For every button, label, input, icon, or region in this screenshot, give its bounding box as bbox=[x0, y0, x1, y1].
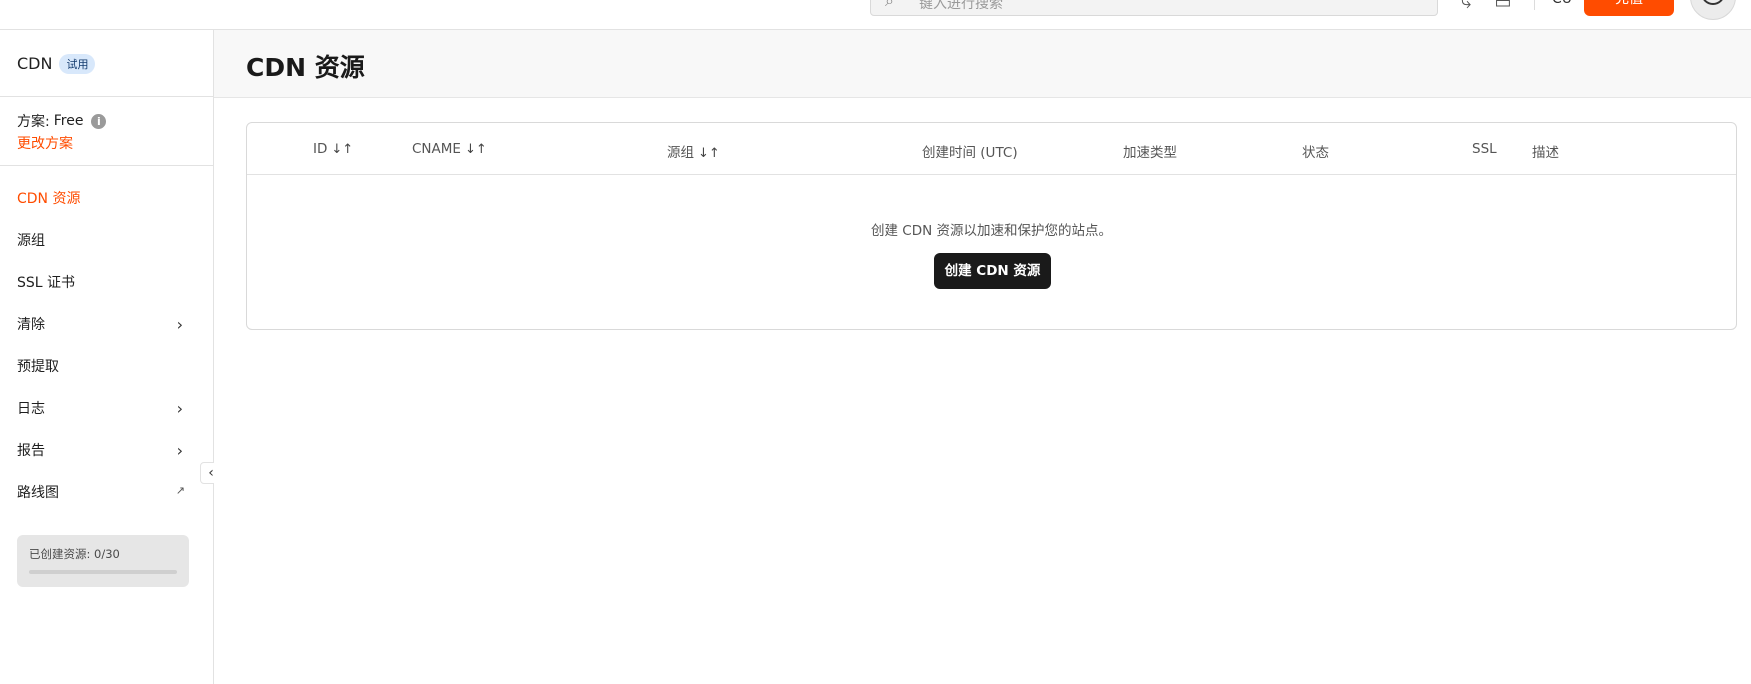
sidebar-item-roadmap[interactable]: 路线图 ↗ bbox=[0, 484, 213, 526]
sidebar-item-prefetch[interactable]: 预提取 bbox=[0, 358, 213, 400]
language-selector[interactable]: CU bbox=[1552, 0, 1572, 7]
sidebar-item-label: 路线图 bbox=[17, 485, 59, 501]
plan-value: Free bbox=[53, 113, 84, 129]
sort-icon: ↓↑ bbox=[698, 146, 720, 161]
sidebar-item-label: 报告 bbox=[17, 443, 45, 459]
resources-table: ID ↓↑ CNAME ↓↑ 源组 ↓↑ 创建时间 (UTC) 加速类型 状态 SSL… bbox=[246, 122, 1737, 330]
sidebar: CDN 试用 方案: Free i 更改方案 CDN 资源 源组 SSL 证书 … bbox=[0, 30, 214, 684]
change-plan-link[interactable]: 更改方案 bbox=[17, 133, 196, 153]
monitor-icon[interactable]: ▭ bbox=[1492, 0, 1514, 14]
sidebar-item-origin-groups[interactable]: 源组 bbox=[0, 232, 213, 274]
column-header-id[interactable]: ID ↓↑ bbox=[313, 141, 353, 157]
column-header-status: 状态 bbox=[1302, 145, 1329, 161]
chevron-left-icon: ‹ bbox=[208, 465, 214, 481]
column-header-acceleration-type: 加速类型 bbox=[1123, 145, 1177, 161]
sidebar-item-cdn-resources[interactable]: CDN 资源 bbox=[0, 190, 213, 232]
sidebar-item-logs[interactable]: 日志 › bbox=[0, 400, 213, 442]
empty-state-message: 创建 CDN 资源以加速和保护您的站点。 bbox=[870, 223, 1112, 239]
table-header: ID ↓↑ CNAME ↓↑ 源组 ↓↑ 创建时间 (UTC) 加速类型 状态 SSL… bbox=[247, 123, 1736, 175]
top-bar: ⌕ 键入进行搜索 ⤷ ▭ CU 充值 bbox=[0, 0, 1751, 30]
chevron-right-icon: › bbox=[176, 441, 183, 460]
sidebar-item-label: SSL 证书 bbox=[17, 275, 76, 291]
topbar-divider bbox=[1534, 0, 1535, 10]
sidebar-item-label: 清除 bbox=[17, 317, 45, 333]
sidebar-item-label: 日志 bbox=[17, 401, 45, 417]
column-header-ssl: SSL bbox=[1472, 141, 1497, 157]
sidebar-item-label: 源组 bbox=[17, 233, 45, 249]
external-link-icon: ↗ bbox=[175, 484, 185, 497]
sidebar-item-purge[interactable]: 清除 › bbox=[0, 316, 213, 358]
search-input[interactable]: ⌕ 键入进行搜索 bbox=[870, 0, 1438, 16]
trial-badge: 试用 bbox=[59, 54, 96, 74]
main-content: CDN 资源 ID ↓↑ CNAME ↓↑ 源组 ↓↑ 创建时间 (UTC) 加速类型… bbox=[214, 30, 1751, 684]
create-cdn-resource-button[interactable]: 创建 CDN 资源 bbox=[934, 253, 1051, 289]
chevron-right-icon: › bbox=[176, 315, 183, 334]
column-header-cname[interactable]: CNAME ↓↑ bbox=[412, 141, 487, 157]
sort-icon: ↓↑ bbox=[464, 142, 487, 157]
page-title: CDN 资源 bbox=[246, 53, 365, 82]
search-placeholder: 键入进行搜索 bbox=[919, 0, 1003, 12]
sidebar-item-label: 预提取 bbox=[17, 359, 59, 375]
avatar[interactable] bbox=[1690, 0, 1736, 20]
column-header-description: 描述 bbox=[1532, 145, 1559, 161]
help-icon[interactable]: ⤷ bbox=[1455, 0, 1477, 14]
topup-button[interactable]: 充值 bbox=[1584, 0, 1674, 16]
plan-label: 方案: bbox=[17, 114, 50, 130]
resource-usage-label: 已创建资源: 0/30 bbox=[29, 547, 120, 561]
sidebar-header: CDN 试用 bbox=[0, 30, 213, 97]
column-header-origin-group[interactable]: 源组 ↓↑ bbox=[667, 141, 720, 161]
sort-icon: ↓↑ bbox=[331, 142, 354, 157]
chevron-right-icon: › bbox=[176, 399, 183, 418]
search-icon: ⌕ bbox=[885, 0, 894, 10]
page-header: CDN 资源 bbox=[214, 30, 1751, 98]
plan-section: 方案: Free i 更改方案 bbox=[0, 97, 213, 166]
sidebar-item-label: CDN 资源 bbox=[17, 191, 81, 207]
user-icon bbox=[1701, 0, 1725, 5]
resource-usage-card: 已创建资源: 0/30 bbox=[17, 535, 189, 587]
info-icon[interactable]: i bbox=[91, 113, 107, 129]
resource-usage-bar bbox=[29, 570, 177, 574]
sidebar-nav: CDN 资源 源组 SSL 证书 清除 › 预提取 日志 › 报告 › 路线图 … bbox=[0, 166, 213, 526]
sidebar-item-ssl-certificates[interactable]: SSL 证书 bbox=[0, 274, 213, 316]
product-title: CDN bbox=[17, 54, 53, 73]
sidebar-item-reports[interactable]: 报告 › bbox=[0, 442, 213, 484]
column-header-created-time: 创建时间 (UTC) bbox=[922, 145, 1018, 161]
